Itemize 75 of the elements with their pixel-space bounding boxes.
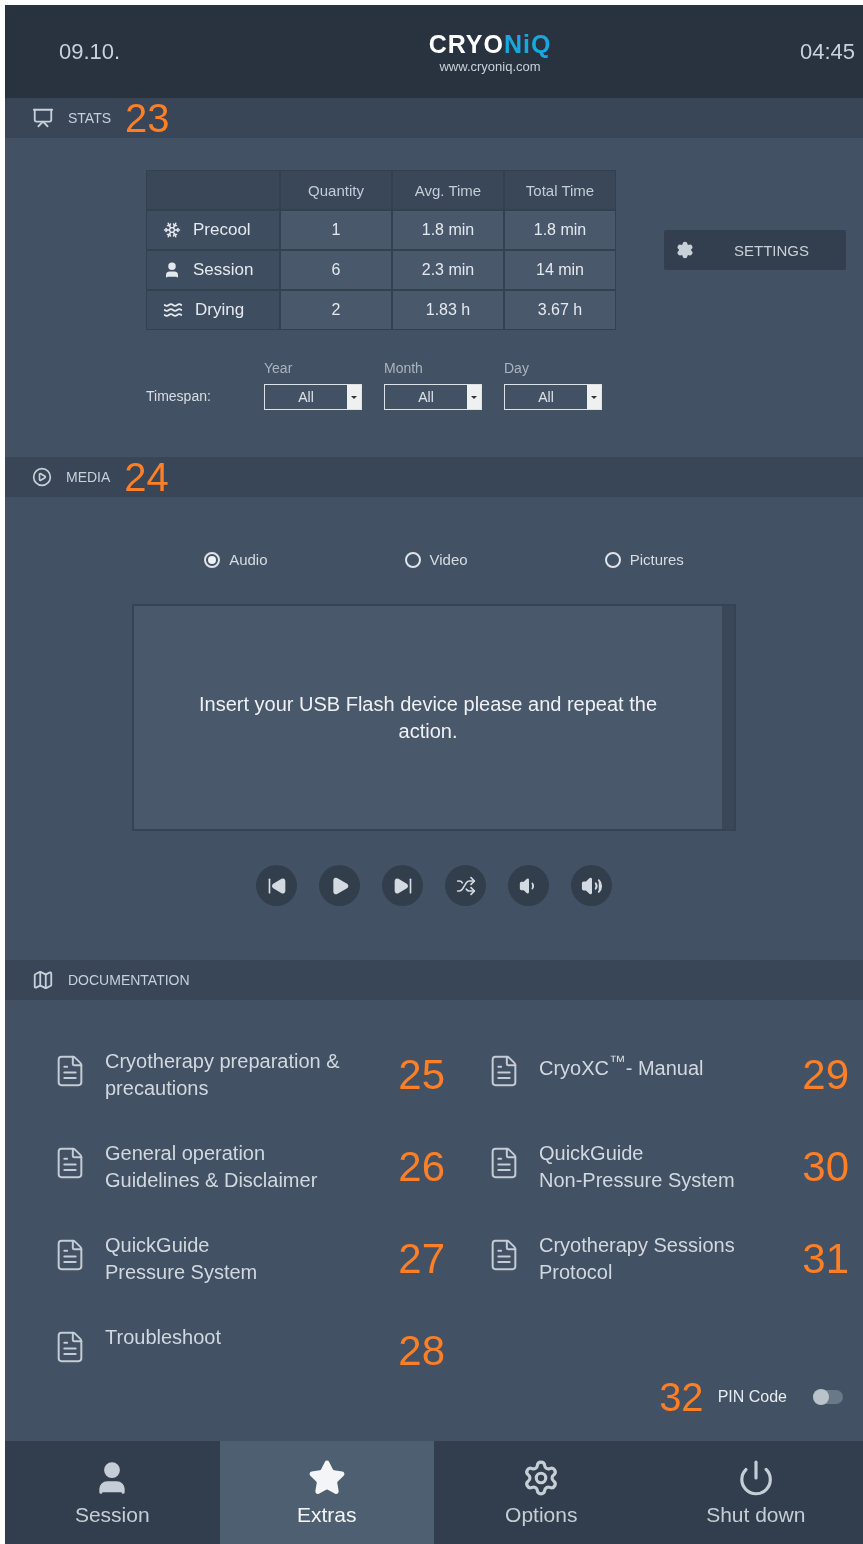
document-link[interactable]: Cryotherapy preparation & precautions	[105, 1048, 381, 1102]
document-link[interactable]: Cryotherapy Sessions Protocol	[539, 1232, 785, 1286]
volume-down-button[interactable]	[508, 865, 549, 906]
select-label: Month	[384, 360, 424, 376]
callout-number: 26	[398, 1146, 445, 1188]
radio-option[interactable]: Video	[404, 551, 468, 568]
settings-button[interactable]: SETTINGS	[664, 230, 846, 270]
callout-number: 27	[398, 1238, 445, 1280]
row-label: Precool	[193, 220, 251, 240]
table-cell: 2	[281, 291, 391, 329]
table-cell: 3.67 h	[505, 291, 615, 329]
person-icon	[163, 261, 181, 279]
section-title: STATS	[68, 110, 112, 126]
callout-number: 29	[802, 1054, 849, 1096]
radio-button[interactable]	[404, 551, 421, 568]
dropdown[interactable]: All	[384, 384, 482, 410]
dropdown[interactable]: All	[264, 384, 362, 410]
usb-message: Insert your USB Flash device please and repeat the action.	[197, 691, 658, 744]
table-cell: 1.8 min	[505, 211, 615, 249]
date: 09.10.	[59, 38, 121, 65]
play-button[interactable]	[319, 865, 360, 906]
previous-button[interactable]	[256, 865, 297, 906]
waves-icon	[163, 300, 183, 320]
callout-number: 28	[398, 1330, 445, 1372]
nav-tab[interactable]: Session	[5, 1441, 220, 1544]
next-button[interactable]	[382, 865, 423, 906]
presentation-icon	[32, 107, 54, 129]
column-header: Total Time	[505, 171, 615, 209]
pin-code-label: PIN Code	[717, 1388, 787, 1406]
play-circle-icon	[32, 467, 52, 487]
column-header: Quantity	[281, 171, 391, 209]
callout-number: 23	[125, 98, 170, 138]
table-cell: 1.8 min	[393, 211, 503, 249]
time: 04:45	[799, 38, 855, 65]
table-cell: 14 min	[505, 251, 615, 289]
row-label: Session	[193, 260, 254, 280]
nav-tab[interactable]: Options	[434, 1441, 649, 1544]
logo: CRYONiQ	[428, 29, 552, 59]
select-label: Year	[264, 360, 294, 376]
volume-up-button[interactable]	[571, 865, 612, 906]
dropdown[interactable]: All	[504, 384, 602, 410]
callout-number: 31	[802, 1238, 849, 1280]
section-title: DOCUMENTATION	[68, 972, 190, 988]
shuffle-icon	[455, 875, 476, 896]
callout-number: 25	[398, 1054, 445, 1096]
website-url: www.cryoniq.com	[439, 58, 541, 74]
column-header: Avg. Time	[393, 171, 503, 209]
table-cell: 1	[281, 211, 391, 249]
shuffle-button[interactable]	[445, 865, 486, 906]
nav-tab[interactable]: Shut down	[648, 1441, 863, 1544]
radio-option[interactable]: Audio	[204, 551, 268, 568]
select-label: Day	[504, 360, 530, 376]
row-label: Drying	[195, 300, 245, 320]
document-link[interactable]: CryoXC$^{™}$- Manual	[539, 1048, 785, 1082]
callout-number: 30	[802, 1146, 849, 1188]
callout-number: 32	[659, 1377, 704, 1417]
document-link[interactable]: General operation Guidelines & Disclaimer	[105, 1140, 381, 1194]
radio-button[interactable]	[204, 551, 221, 568]
table-cell: 2.3 min	[393, 251, 503, 289]
document-link[interactable]: QuickGuide Non-Pressure System	[539, 1140, 785, 1194]
table-cell: 1.83 h	[393, 291, 503, 329]
section-title: MEDIA	[66, 469, 111, 485]
document-link[interactable]: Troubleshoot	[105, 1324, 381, 1351]
document-link[interactable]: QuickGuide Pressure System	[105, 1232, 381, 1286]
radio-option[interactable]: Pictures	[604, 551, 684, 568]
toggle-switch[interactable]	[813, 1390, 843, 1404]
timespan-label: Timespan:	[146, 388, 212, 406]
settings-icon	[676, 241, 694, 259]
map-icon	[32, 969, 54, 991]
radio-button[interactable]	[604, 551, 621, 568]
snowflake-icon	[163, 221, 181, 239]
nav-tab[interactable]: Extras	[219, 1441, 434, 1544]
star-icon	[307, 1458, 346, 1497]
callout-number: 24	[124, 457, 169, 497]
table-cell: 6	[281, 251, 391, 289]
